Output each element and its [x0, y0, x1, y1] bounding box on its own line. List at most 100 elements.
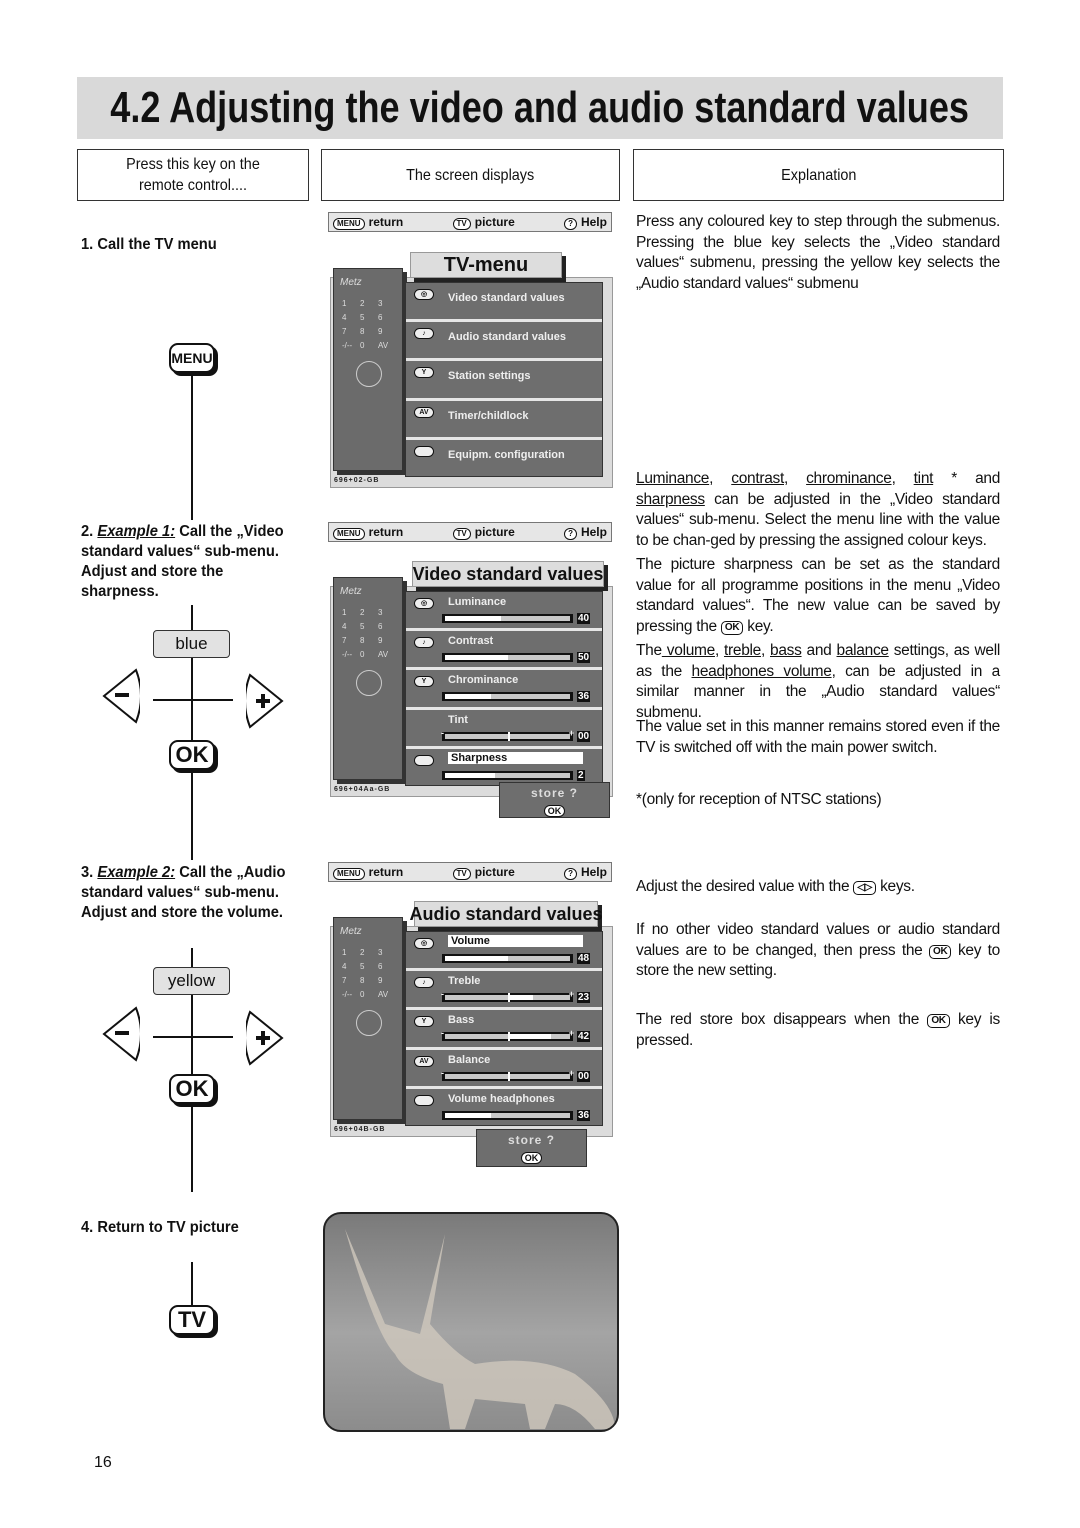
- step-2-label: 2. Example 1: Call the „Video standard v…: [81, 523, 284, 600]
- value-readout: 36: [577, 691, 591, 703]
- value-readout: 00: [577, 730, 591, 742]
- store-label: store ?: [507, 1133, 555, 1147]
- plus-arrow-key[interactable]: [246, 1010, 284, 1066]
- step-3-label: 3. Example 2: Call the „Audio standard v…: [81, 864, 286, 921]
- menu-row[interactable]: ◎ Luminance 40: [406, 592, 602, 632]
- remote-key: 2: [360, 948, 365, 957]
- menu-row-label: Tint: [448, 713, 468, 726]
- value-slider[interactable]: - +: [441, 1068, 574, 1081]
- value-slider[interactable]: - +: [441, 728, 574, 741]
- blank-icon: [414, 754, 434, 766]
- minus-arrow-key[interactable]: [102, 668, 140, 724]
- value-readout: 36: [577, 1109, 591, 1121]
- remote-key: 5: [360, 622, 365, 631]
- menu-row[interactable]: Sharpness 2: [406, 749, 602, 785]
- key-icon: OK: [929, 944, 952, 959]
- ok-key-icon[interactable]: OK: [520, 1152, 543, 1164]
- return-button[interactable]: MENU return: [333, 865, 403, 880]
- screen-code: 696+02-GB: [334, 477, 380, 484]
- remote-key: 1: [342, 608, 347, 617]
- video-icon: ◎: [414, 598, 434, 609]
- flow-line: [153, 1036, 233, 1038]
- picture-button[interactable]: TV picture: [452, 525, 515, 540]
- page-title: 4.2 Adjusting the video and audio standa…: [77, 77, 1003, 139]
- menu-row[interactable]: Y Bass - +42: [406, 1010, 602, 1050]
- remote-key: 2: [360, 608, 365, 617]
- menu-row[interactable]: Y Chrominance 36: [406, 670, 602, 710]
- remote-key: 7: [342, 327, 347, 336]
- value-slider[interactable]: [442, 770, 573, 780]
- plus-sign: +: [568, 727, 574, 738]
- picture-button[interactable]: TV picture: [452, 215, 515, 230]
- minus-arrow-key[interactable]: [102, 1006, 140, 1062]
- step-4-label: 4. Return to TV picture: [81, 1219, 239, 1236]
- picture-button[interactable]: TV picture: [452, 865, 515, 880]
- blue-key[interactable]: blue: [153, 630, 230, 658]
- store-prompt: store ? OK: [476, 1129, 587, 1167]
- screen-menu: ◎ Luminance 40 ♪ Contrast 50 Y Chrominance 36 Tin…: [405, 591, 603, 786]
- video-icon: ◎: [414, 938, 434, 949]
- help-button[interactable]: ? Help: [564, 525, 607, 540]
- remote-key: 9: [378, 327, 383, 336]
- menu-row[interactable]: ◎ Volume 48: [406, 932, 602, 972]
- menu-row[interactable]: AV Balance - +00: [406, 1050, 602, 1089]
- remote-key: 6: [378, 962, 383, 971]
- value-readout: 40: [577, 613, 591, 624]
- store-label: store ?: [530, 786, 578, 800]
- menu-row[interactable]: ♪ Audio standard values: [406, 322, 602, 362]
- return-button-label: return: [368, 214, 404, 229]
- tv-key[interactable]: TV: [169, 1305, 215, 1335]
- remote-arrow-pad: [356, 1010, 382, 1036]
- remote-brand-logo: Metz: [340, 926, 362, 937]
- return-button[interactable]: MENU return: [333, 525, 403, 540]
- remote-key: 7: [342, 636, 347, 645]
- remote-brand-logo: Metz: [340, 586, 362, 597]
- yellow-key[interactable]: yellow: [153, 967, 230, 995]
- value-slider[interactable]: [442, 1110, 573, 1120]
- menu-row[interactable]: ♪ Contrast 50: [406, 631, 602, 671]
- value-slider[interactable]: [442, 692, 573, 702]
- menu-row[interactable]: ♪ Treble - +23: [406, 971, 602, 1011]
- menu-row[interactable]: AV Timer/childlock: [406, 401, 602, 440]
- explanation-paragraph: If no other video standard values or aud…: [636, 920, 1000, 982]
- minus-sign: -: [441, 727, 444, 738]
- remote-key: 6: [378, 313, 383, 322]
- menu-row[interactable]: Y Station settings: [406, 361, 602, 401]
- menu-key[interactable]: MENU: [169, 343, 215, 373]
- help-key-icon: ?: [564, 867, 577, 880]
- menu-row[interactable]: Volume headphones 36: [406, 1089, 602, 1125]
- help-button-label: Help: [580, 214, 607, 229]
- header-explanation: Explanation: [633, 149, 1004, 201]
- plus-arrow-key[interactable]: [246, 673, 284, 729]
- value-slider[interactable]: [442, 954, 573, 963]
- slider-center-mark: [507, 1071, 510, 1081]
- value-slider[interactable]: - +: [441, 1028, 574, 1042]
- menu-row[interactable]: Equipm. configuration: [406, 440, 602, 476]
- text: and: [801, 642, 837, 659]
- ok-key[interactable]: OK: [169, 740, 215, 770]
- remote-key: AV: [378, 341, 389, 350]
- value-slider[interactable]: - +: [441, 989, 574, 1003]
- help-button[interactable]: ? Help: [564, 215, 607, 230]
- key-icon: OK: [720, 620, 744, 635]
- slider-track: [445, 993, 570, 1003]
- minus-sign: -: [441, 1067, 444, 1078]
- return-button-label: return: [368, 524, 404, 539]
- value-slider[interactable]: [442, 653, 573, 663]
- value-readout: 2: [577, 769, 585, 781]
- blank-icon: [414, 445, 434, 457]
- menu-row[interactable]: Tint - +00: [406, 710, 602, 749]
- remote-arrow-pad: [356, 361, 382, 387]
- menu-row-label: Audio standard values: [448, 331, 566, 344]
- remote-key: 4: [342, 622, 347, 631]
- value-slider[interactable]: [442, 614, 573, 623]
- remote-key: 7: [342, 976, 347, 985]
- text: The red store box disappears when the: [636, 1011, 928, 1028]
- ok-key-icon[interactable]: OK: [543, 805, 566, 817]
- value-readout: 00: [577, 1070, 591, 1082]
- help-button[interactable]: ? Help: [564, 865, 607, 880]
- menu-row[interactable]: ◎ Video standard values: [406, 283, 602, 323]
- ok-key[interactable]: OK: [169, 1074, 215, 1104]
- return-button[interactable]: MENU return: [333, 215, 403, 230]
- slider-fill: [445, 694, 492, 700]
